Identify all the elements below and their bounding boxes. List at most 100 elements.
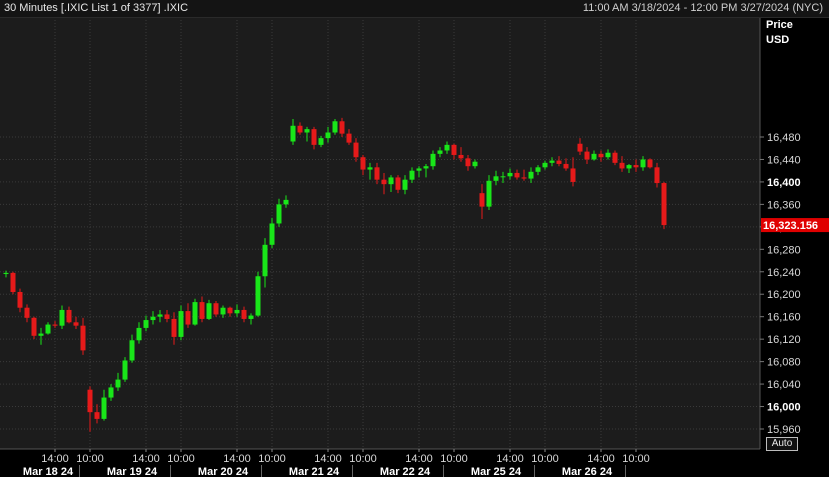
candle-body <box>437 150 443 154</box>
candle-body <box>66 309 72 323</box>
candle-body <box>185 311 191 325</box>
candle-up <box>332 119 338 135</box>
candle-body <box>241 309 247 319</box>
currency-label: USD <box>766 34 789 46</box>
candle-body <box>500 176 506 178</box>
candle-body <box>332 121 338 133</box>
candle-body <box>101 397 107 419</box>
candle-body <box>318 138 324 145</box>
y-tick-label: 16,080 <box>767 357 801 369</box>
candle-body <box>297 125 303 133</box>
candle-body <box>248 315 254 319</box>
candle-body <box>80 325 86 351</box>
candle-body <box>122 360 128 380</box>
candle-body <box>367 167 373 170</box>
candle-body <box>528 171 534 179</box>
candle-body <box>451 144 457 155</box>
candle-body <box>570 168 576 182</box>
candle-body <box>647 159 653 168</box>
candle-body <box>59 309 65 326</box>
candle-body <box>444 144 450 151</box>
last-price-label: 16,323.156 <box>763 220 818 232</box>
candle-body <box>409 170 415 180</box>
candle-body <box>192 302 198 325</box>
candle-body <box>269 223 275 245</box>
candle-body <box>619 162 625 169</box>
candle-body <box>94 412 100 419</box>
candle-body <box>206 303 212 319</box>
candle-body <box>549 160 555 163</box>
candle-body <box>255 276 261 316</box>
candle-body <box>10 272 16 292</box>
x-tick-label: 10:00 <box>622 453 650 465</box>
candle-body <box>199 302 205 319</box>
candle-body <box>626 165 632 169</box>
candle-body <box>136 327 142 341</box>
candle-body <box>633 165 639 168</box>
candle-body <box>213 303 219 315</box>
candle-body <box>234 309 240 314</box>
candle-body <box>3 272 9 275</box>
x-tick-label: 10:00 <box>76 453 104 465</box>
x-tick-label: 14:00 <box>223 453 251 465</box>
x-tick-label: 14:00 <box>41 453 69 465</box>
x-tick-label: 14:00 <box>405 453 433 465</box>
candle-body <box>402 179 408 190</box>
candle-body <box>381 179 387 185</box>
candle-body <box>164 314 170 319</box>
candle-body <box>584 151 590 160</box>
candle-body <box>605 152 611 158</box>
day-label: Mar 26 24 <box>562 466 613 477</box>
candle-body <box>458 154 464 159</box>
candle-body <box>283 199 289 205</box>
candle-body <box>591 153 597 160</box>
candle-body <box>535 167 541 172</box>
date-range: 11:00 AM 3/18/2024 - 12:00 PM 3/27/2024 … <box>582 2 823 14</box>
candle-body <box>374 167 380 180</box>
candle-body <box>73 322 79 326</box>
candle-body <box>493 176 499 181</box>
candle-body <box>178 311 184 337</box>
candle-down <box>661 181 667 230</box>
auto-scale-button[interactable]: Auto <box>766 437 798 451</box>
y-tick-label: 16,120 <box>767 334 801 346</box>
y-tick-label: 15,960 <box>767 424 801 436</box>
x-tick-label: 10:00 <box>349 453 377 465</box>
y-tick-label: 16,360 <box>767 199 801 211</box>
x-tick-label: 14:00 <box>132 453 160 465</box>
candle-body <box>465 158 471 167</box>
candle-body <box>479 193 485 207</box>
candle-body <box>157 314 163 317</box>
candle-body <box>640 159 646 168</box>
candle-body <box>612 152 618 163</box>
candle-body <box>661 183 667 226</box>
candle-body <box>87 389 93 413</box>
x-tick-label: 14:00 <box>496 453 524 465</box>
candle-body <box>360 157 366 170</box>
x-tick-label: 14:00 <box>587 453 615 465</box>
candle-body <box>38 333 44 336</box>
candle-body <box>262 244 268 277</box>
candle-body <box>325 132 331 139</box>
candle-body <box>143 320 149 328</box>
candle-body <box>45 324 51 334</box>
candle-body <box>108 387 114 398</box>
day-label: Mar 19 24 <box>107 466 158 477</box>
candle-body <box>353 142 359 158</box>
y-tick-label: 16,400 <box>767 177 801 189</box>
candle-body <box>472 161 478 167</box>
chart-title: 30 Minutes [.IXIC List 1 of 3377] .IXIC <box>4 2 189 14</box>
candle-body <box>346 133 352 143</box>
candle-body <box>395 177 401 190</box>
candle-body <box>556 160 562 164</box>
candle-body <box>17 291 23 308</box>
x-tick-label: 10:00 <box>440 453 468 465</box>
y-tick-label: 16,240 <box>767 267 801 279</box>
candle-body <box>311 129 317 145</box>
y-tick-label: 16,480 <box>767 132 801 144</box>
candle-body <box>304 129 310 133</box>
candle-body <box>416 168 422 171</box>
candle-body <box>339 121 345 134</box>
day-label: Mar 22 24 <box>380 466 431 477</box>
candlestick-chart[interactable]: Price USD 15,960 16,000 16,040 16,080 16,120 16… <box>0 0 829 477</box>
